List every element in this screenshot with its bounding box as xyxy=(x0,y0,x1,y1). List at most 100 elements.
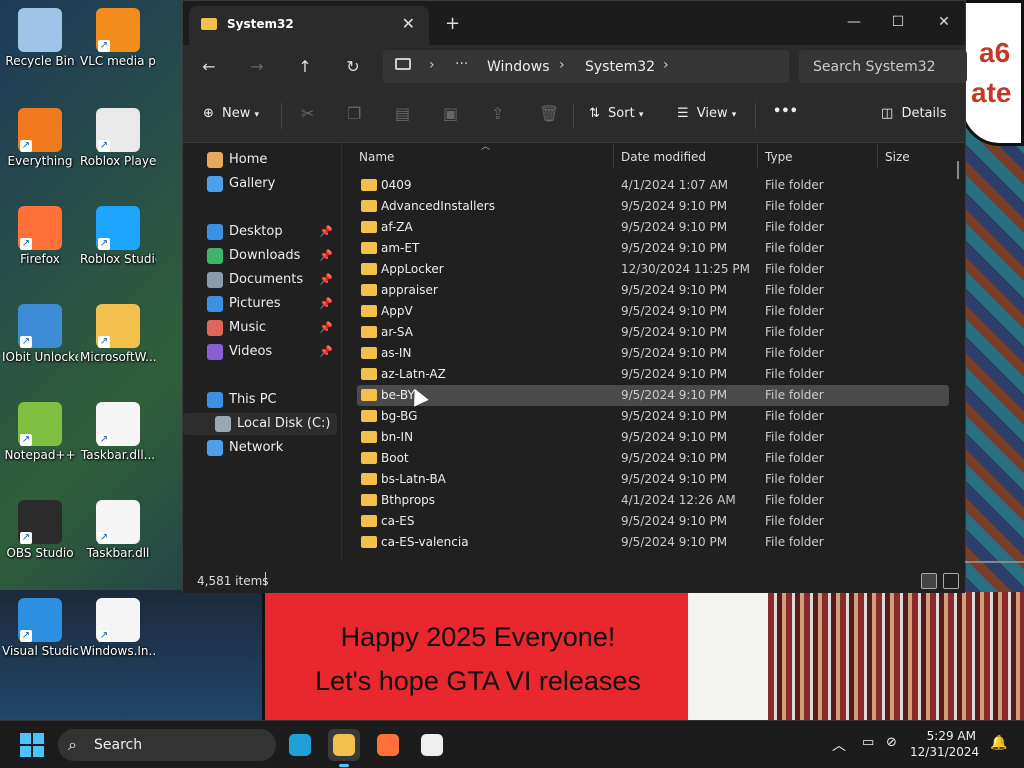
folder-icon xyxy=(361,200,377,212)
nav-item[interactable]: Local Disk (C:) xyxy=(183,413,337,435)
desktop-icon-item[interactable]: ↗ IObit Unlocker xyxy=(2,304,78,364)
chevron-right-icon[interactable]: › xyxy=(663,57,669,73)
nav-item[interactable]: Videos 📌 xyxy=(183,341,337,363)
column-divider[interactable] xyxy=(877,145,878,169)
show-hidden-icons-icon[interactable]: ︿ xyxy=(832,735,846,755)
column-type[interactable]: Type xyxy=(765,150,793,164)
notepadpp-icon: ↗ xyxy=(18,402,62,446)
desktop-icon-item[interactable]: ↗ Windows.In... xyxy=(80,598,156,658)
breadcrumb-windows[interactable]: Windows xyxy=(487,59,550,75)
refresh-button[interactable]: ↻ xyxy=(341,55,365,79)
notifications-icon[interactable]: 🔔 xyxy=(990,735,1007,751)
nav-item[interactable]: Gallery xyxy=(183,173,337,195)
taskbar-app[interactable] xyxy=(372,729,404,761)
file-row[interactable]: af-ZA 9/5/2024 9:10 PM File folder xyxy=(357,217,949,238)
maximize-button[interactable]: ☐ xyxy=(875,7,921,37)
nav-item[interactable]: This PC xyxy=(183,389,337,411)
pane-divider xyxy=(341,143,342,561)
desktop-icon-item[interactable]: ↗ Firefox xyxy=(2,206,78,266)
column-name[interactable]: Name xyxy=(359,150,394,164)
close-tab-icon[interactable]: ✕ xyxy=(402,14,415,33)
desktop-icon-item[interactable]: ↗ Roblox Player xyxy=(80,108,156,168)
desktop-icon-item[interactable]: ↗ Notepad++ xyxy=(2,402,78,462)
column-divider[interactable] xyxy=(757,145,758,169)
desktop-icon xyxy=(207,224,223,240)
column-date-modified[interactable]: Date modified xyxy=(621,150,706,164)
file-type: File folder xyxy=(765,199,824,213)
nav-item[interactable]: Music 📌 xyxy=(183,317,337,339)
desktop-icon-item[interactable]: Recycle Bin xyxy=(2,8,78,68)
file-row[interactable]: ca-ES-valencia 9/5/2024 9:10 PM File folde… xyxy=(357,532,949,553)
file-row[interactable]: as-IN 9/5/2024 9:10 PM File folder xyxy=(357,343,949,364)
column-divider[interactable] xyxy=(613,145,614,169)
new-tab-button[interactable]: + xyxy=(445,13,460,34)
desktop-icon-item[interactable]: ↗ Taskbar.dll... xyxy=(80,402,156,462)
more-locations-icon[interactable]: ··· xyxy=(455,56,468,72)
desktop-icon-item[interactable]: ↗ MicrosoftW... xyxy=(80,304,156,364)
clock[interactable]: 5:29 AM 12/31/2024 xyxy=(910,728,979,760)
desktop-icon-item[interactable]: ↗ VLC media player xyxy=(80,8,156,68)
close-window-button[interactable]: ✕ xyxy=(921,7,967,37)
file-row[interactable]: bg-BG 9/5/2024 9:10 PM File folder xyxy=(357,406,949,427)
desktop-icon-item[interactable]: ↗ Visual Studio Code xyxy=(2,598,78,658)
desktop-icon-item[interactable]: ↗ Roblox Studio xyxy=(80,206,156,266)
taskbar-app[interactable] xyxy=(328,729,360,767)
file-row[interactable]: appraiser 9/5/2024 9:10 PM File folder xyxy=(357,280,949,301)
nav-item[interactable]: Downloads 📌 xyxy=(183,245,337,267)
up-button[interactable]: ↑ xyxy=(293,55,317,79)
cut-icon[interactable]: ✂ xyxy=(301,104,314,123)
details-label: Details xyxy=(901,106,947,121)
back-button[interactable]: ← xyxy=(197,55,221,79)
start-button[interactable] xyxy=(20,733,44,757)
dll-file-icon: ↗ xyxy=(96,598,140,642)
share-icon[interactable]: ⇪ xyxy=(491,104,504,123)
nav-item[interactable]: Home xyxy=(183,149,337,171)
nav-item[interactable]: Desktop 📌 xyxy=(183,221,337,243)
file-row[interactable]: AppLocker 12/30/2024 11:25 PM File folder xyxy=(357,259,949,280)
copy-icon[interactable]: ❐ xyxy=(347,104,361,123)
desktop-icon-item[interactable]: ↗ Everything xyxy=(2,108,78,168)
forward-button[interactable]: → xyxy=(245,55,269,79)
details-button[interactable]: ◫ Details xyxy=(881,106,947,121)
nav-item[interactable]: Network xyxy=(183,437,337,459)
paste-icon[interactable]: ▤ xyxy=(395,104,410,123)
column-size[interactable]: Size xyxy=(885,150,910,164)
taskbar-app[interactable] xyxy=(416,729,448,761)
taskbar-search[interactable]: ⌕ Search xyxy=(58,729,276,761)
desktop-icon-item[interactable]: ↗ Taskbar.dll xyxy=(80,500,156,560)
file-row[interactable]: az-Latn-AZ 9/5/2024 9:10 PM File folder xyxy=(357,364,949,385)
desktop-icon-label: Taskbar.dll xyxy=(86,546,150,560)
file-row[interactable]: ca-ES 9/5/2024 9:10 PM File folder xyxy=(357,511,949,532)
file-row[interactable]: AppV 9/5/2024 9:10 PM File folder xyxy=(357,301,949,322)
details-view-icon[interactable] xyxy=(921,573,937,589)
file-row[interactable]: am-ET 9/5/2024 9:10 PM File folder xyxy=(357,238,949,259)
nav-item[interactable]: Documents 📌 xyxy=(183,269,337,291)
delete-icon[interactable]: 🗑 xyxy=(539,104,559,123)
desktop-icon-item[interactable]: ↗ OBS Studio xyxy=(2,500,78,560)
sign-line-1: Happy 2025 Everyone! xyxy=(340,622,616,652)
taskbar-app[interactable] xyxy=(284,729,316,761)
vertical-scrollbar[interactable] xyxy=(957,161,959,179)
display-icon[interactable]: ▭ xyxy=(862,735,874,750)
rename-icon[interactable]: ▣ xyxy=(443,104,458,123)
file-row[interactable]: Bthprops 4/1/2024 12:26 AM File folder xyxy=(357,490,949,511)
file-row[interactable]: bn-IN 9/5/2024 9:10 PM File folder xyxy=(357,427,949,448)
breadcrumb-system32[interactable]: System32 xyxy=(585,59,655,75)
file-row[interactable]: Boot 9/5/2024 9:10 PM File folder xyxy=(357,448,949,469)
new-button[interactable]: ⊕ New ▾ xyxy=(203,106,259,121)
search-box[interactable]: Search System32 xyxy=(799,50,967,83)
file-row[interactable]: be-BY 9/5/2024 9:10 PM File folder xyxy=(357,385,949,406)
file-row[interactable]: AdvancedInstallers 9/5/2024 9:10 PM File f… xyxy=(357,196,949,217)
file-row[interactable]: bs-Latn-BA 9/5/2024 9:10 PM File folder xyxy=(357,469,949,490)
file-row[interactable]: ar-SA 9/5/2024 9:10 PM File folder xyxy=(357,322,949,343)
nav-item[interactable]: Pictures 📌 xyxy=(183,293,337,315)
tiles-view-icon[interactable] xyxy=(943,573,959,589)
file-row[interactable]: 0409 4/1/2024 1:07 AM File folder xyxy=(357,175,949,196)
tab-system32[interactable]: System32 ✕ xyxy=(189,6,429,45)
network-status-icon[interactable]: ⊘ xyxy=(886,735,897,750)
more-options-button[interactable]: ••• xyxy=(773,104,798,119)
minimize-button[interactable]: — xyxy=(831,7,877,37)
sort-button[interactable]: ⇅ Sort ▾ xyxy=(589,106,643,121)
view-button[interactable]: ☰ View ▾ xyxy=(677,106,736,121)
address-bar[interactable]: › ··· Windows › System32 › xyxy=(383,50,789,83)
